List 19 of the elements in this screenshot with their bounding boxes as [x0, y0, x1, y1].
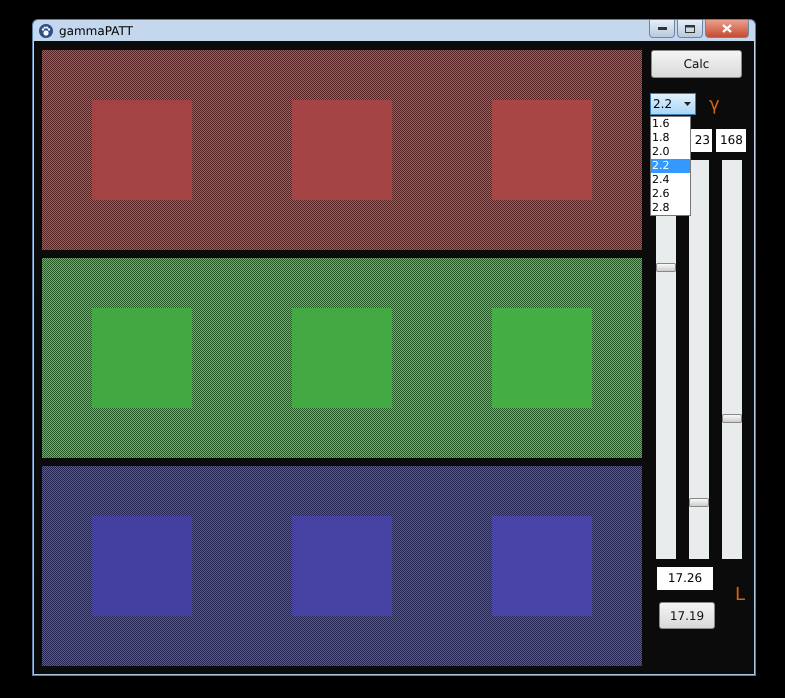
- luminance-field[interactable]: 17.26: [657, 567, 713, 590]
- gamma-symbol: γ: [709, 94, 720, 114]
- maximize-button[interactable]: [677, 20, 703, 38]
- minimize-button[interactable]: [649, 20, 675, 38]
- luminance-symbol: L: [735, 584, 746, 607]
- slider-thumb[interactable]: [722, 414, 742, 424]
- maximize-icon: [685, 24, 695, 32]
- gamma-dropdown[interactable]: 2.2: [650, 93, 696, 115]
- value-field[interactable]: 168: [716, 129, 746, 152]
- close-icon: [722, 24, 732, 33]
- calc-button[interactable]: Calc: [651, 50, 742, 78]
- slider-thumb[interactable]: [689, 498, 709, 508]
- window-title: gammaPATT: [59, 24, 133, 38]
- minimize-icon: [658, 27, 666, 30]
- dropdown-arrow-icon: [684, 102, 691, 106]
- result-button[interactable]: 17.19: [659, 602, 715, 629]
- close-button[interactable]: [705, 20, 749, 38]
- paw-icon: [39, 24, 53, 38]
- dropdown-option[interactable]: 1.6: [651, 117, 690, 131]
